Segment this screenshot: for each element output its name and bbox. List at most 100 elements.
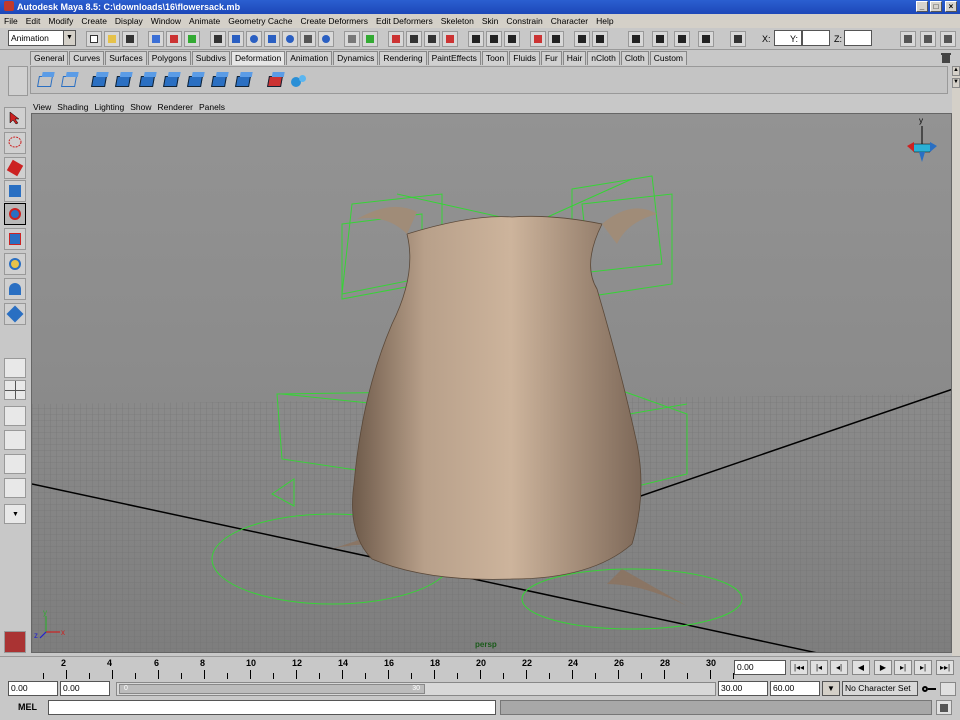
channel-box-button[interactable] bbox=[900, 31, 916, 47]
render-button[interactable] bbox=[318, 31, 334, 47]
panel-menu-renderer[interactable]: Renderer bbox=[155, 102, 196, 112]
select-tool-arrow-icon[interactable] bbox=[4, 107, 26, 129]
y-coord-field[interactable] bbox=[802, 30, 830, 46]
nonlinear-flare-icon[interactable] bbox=[137, 71, 157, 91]
menu-file[interactable]: File bbox=[0, 16, 22, 26]
maximize-button[interactable]: □ bbox=[930, 1, 942, 12]
sculpt-deformer-icon[interactable] bbox=[289, 71, 309, 91]
menu-display[interactable]: Display bbox=[111, 16, 147, 26]
shelf-tab-subdivs[interactable]: Subdivs bbox=[191, 51, 230, 65]
menu-animate[interactable]: Animate bbox=[185, 16, 224, 26]
close-button[interactable]: × bbox=[945, 1, 957, 12]
universal-manipulator-icon[interactable] bbox=[4, 253, 26, 275]
panel-menu-panels[interactable]: Panels bbox=[196, 102, 228, 112]
panel-menu-lighting[interactable]: Lighting bbox=[91, 102, 127, 112]
camera-toggle-button[interactable] bbox=[574, 31, 590, 47]
shelf-tab-hair[interactable]: Hair bbox=[562, 51, 587, 65]
timeline-ruler[interactable]: 2 4 6 8 10 12 14 16 18 20 22 24 26 28 30 bbox=[10, 657, 734, 679]
shelf-tab-cloth[interactable]: Cloth bbox=[620, 51, 649, 65]
menu-edit[interactable]: Edit bbox=[22, 16, 45, 26]
menu-constrain[interactable]: Constrain bbox=[502, 16, 546, 26]
layout-persp-trax-icon[interactable] bbox=[4, 478, 26, 498]
menu-geometry-cache[interactable]: Geometry Cache bbox=[224, 16, 296, 26]
step-back-frame-button[interactable]: |◂ bbox=[810, 660, 828, 675]
paint-select-tool-icon[interactable] bbox=[4, 157, 26, 179]
menu-create-deformers[interactable]: Create Deformers bbox=[296, 16, 372, 26]
shelf-tab-general[interactable]: General bbox=[30, 51, 69, 65]
render-globals-button[interactable] bbox=[698, 31, 714, 47]
ui-toggle-button[interactable] bbox=[530, 31, 546, 47]
select-hierarchy-button[interactable] bbox=[148, 31, 164, 47]
open-scene-button[interactable] bbox=[104, 31, 120, 47]
menu-skin[interactable]: Skin bbox=[478, 16, 503, 26]
view-compass-icon[interactable] bbox=[907, 126, 937, 162]
snap-point-button[interactable] bbox=[246, 31, 262, 47]
output-ops-button[interactable] bbox=[362, 31, 378, 47]
chevron-down-icon[interactable]: ▼ bbox=[822, 681, 840, 696]
menu-set-select[interactable]: Animation ▼ bbox=[8, 30, 76, 46]
character-set-field[interactable]: No Character Set bbox=[842, 681, 918, 696]
range-slider-thumb[interactable]: 0 30 bbox=[119, 684, 425, 694]
current-time-field[interactable]: 0.00 bbox=[734, 660, 786, 675]
render-frame-button[interactable] bbox=[406, 31, 422, 47]
go-to-end-button[interactable]: ▸▸| bbox=[936, 660, 954, 675]
script-editor-button[interactable] bbox=[936, 700, 952, 715]
animation-start-field[interactable]: 0.00 bbox=[8, 681, 58, 696]
panel-menu-view[interactable]: View bbox=[30, 102, 54, 112]
scale-tool-icon[interactable] bbox=[4, 228, 26, 250]
attribute-editor-button[interactable] bbox=[940, 31, 956, 47]
layer-editor-button[interactable] bbox=[920, 31, 936, 47]
play-backwards-button[interactable]: ◀ bbox=[852, 660, 870, 675]
layout-persp-outliner-icon[interactable] bbox=[4, 406, 26, 426]
layout-options-button[interactable]: ▼ bbox=[4, 504, 26, 524]
nonlinear-twist-icon[interactable] bbox=[209, 71, 229, 91]
layout-four-pane-icon[interactable] bbox=[4, 380, 26, 400]
shelf-tab-painteffects[interactable]: PaintEffects bbox=[427, 51, 481, 65]
go-to-start-button[interactable]: |◂◂ bbox=[790, 660, 808, 675]
shelf-tab-custom[interactable]: Custom bbox=[649, 51, 688, 65]
shelf-tab-fur[interactable]: Fur bbox=[540, 51, 562, 65]
numeric-input-button[interactable] bbox=[730, 31, 746, 47]
menu-skeleton[interactable]: Skeleton bbox=[437, 16, 478, 26]
menu-create[interactable]: Create bbox=[77, 16, 111, 26]
lattice-icon[interactable] bbox=[35, 71, 55, 91]
save-scene-button[interactable] bbox=[122, 31, 138, 47]
shelf-tab-fluids[interactable]: Fluids bbox=[509, 51, 540, 65]
wire-deformer-icon[interactable] bbox=[265, 71, 285, 91]
ipr-render-button[interactable] bbox=[424, 31, 440, 47]
light-toggle-button[interactable] bbox=[592, 31, 608, 47]
menu-character[interactable]: Character bbox=[547, 16, 592, 26]
shelf-tab-animation[interactable]: Animation bbox=[286, 51, 333, 65]
play-forwards-button[interactable]: ▶ bbox=[874, 660, 892, 675]
construction-history-button[interactable] bbox=[388, 31, 404, 47]
mel-command-input[interactable] bbox=[48, 700, 496, 715]
show-manipulator-icon[interactable] bbox=[4, 303, 26, 325]
animation-preferences-button[interactable] bbox=[940, 682, 956, 696]
shelf-tab-toon[interactable]: Toon bbox=[481, 51, 509, 65]
shelf-scrollbar[interactable]: ▲ ▼ bbox=[952, 66, 960, 656]
nonlinear-sine-icon[interactable] bbox=[161, 71, 181, 91]
menu-help[interactable]: Help bbox=[592, 16, 617, 26]
snap-curve-button[interactable] bbox=[228, 31, 244, 47]
nonlinear-wave-icon[interactable] bbox=[233, 71, 253, 91]
rotate-tool-icon[interactable] bbox=[4, 203, 26, 225]
move-tool-icon[interactable] bbox=[4, 180, 26, 202]
step-forward-frame-button[interactable]: ▸| bbox=[914, 660, 932, 675]
menu-edit-deformers[interactable]: Edit Deformers bbox=[372, 16, 437, 26]
nonlinear-bend-icon[interactable] bbox=[113, 71, 133, 91]
playback-start-field[interactable]: 0.00 bbox=[60, 681, 110, 696]
layout-hypershade-icon[interactable] bbox=[4, 454, 26, 474]
layer-toggle-button[interactable] bbox=[548, 31, 564, 47]
render-view-button[interactable] bbox=[674, 31, 690, 47]
animation-end-field[interactable]: 60.00 bbox=[770, 681, 820, 696]
new-scene-button[interactable] bbox=[86, 31, 102, 47]
trash-icon[interactable] bbox=[940, 52, 952, 64]
select-object-button[interactable] bbox=[166, 31, 182, 47]
perspective-viewport[interactable]: x y z y persp bbox=[31, 113, 952, 653]
shelf-tab-polygons[interactable]: Polygons bbox=[147, 51, 191, 65]
mel-label[interactable]: MEL bbox=[18, 702, 37, 712]
viewport-scene[interactable]: x y z y persp bbox=[32, 114, 952, 653]
select-component-button[interactable] bbox=[184, 31, 200, 47]
attribute-editor-toggle-button[interactable] bbox=[486, 31, 502, 47]
step-back-key-button[interactable]: ◂| bbox=[830, 660, 848, 675]
